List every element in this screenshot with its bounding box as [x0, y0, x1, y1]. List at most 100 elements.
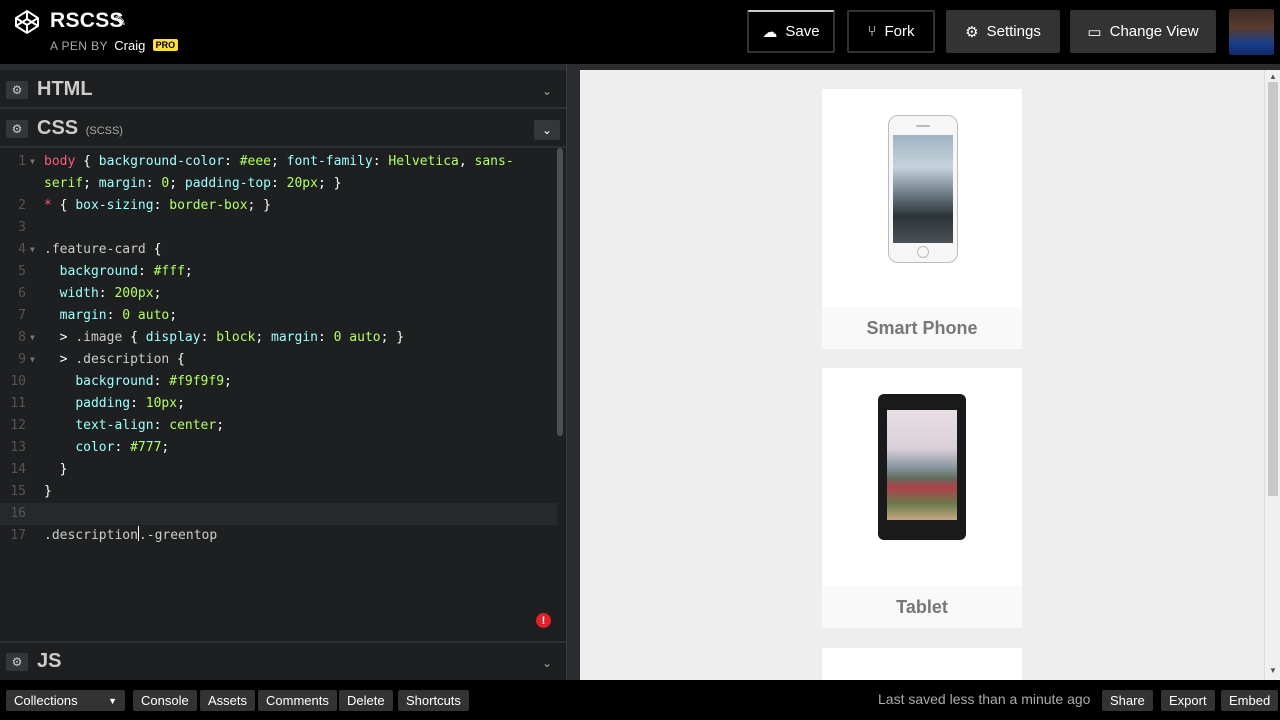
html-panel-header[interactable]: ⚙ HTML ⌄ — [0, 71, 566, 109]
fold-arrow-icon[interactable]: ▼ — [30, 349, 35, 371]
code-line: 12 text-align: center; — [0, 415, 557, 437]
fork-icon: ⑂ — [867, 23, 877, 40]
line-number: 2 — [18, 198, 26, 213]
css-settings-gear-icon[interactable]: ⚙ — [6, 120, 28, 138]
code-line: serif; margin: 0; padding-top: 20px; } — [0, 173, 557, 195]
phone-speaker — [916, 125, 930, 127]
css-panel-header[interactable]: ⚙ CSS (SCSS) ⌄ — [0, 110, 566, 148]
scroll-down-arrow-icon[interactable]: ▼ — [1269, 666, 1277, 675]
shortcuts-button[interactable]: Shortcuts — [398, 690, 469, 711]
gear-icon: ⚙ — [965, 23, 979, 41]
code-text: > .image { display: block; margin: 0 aut… — [44, 330, 405, 345]
code-line: 3 — [0, 217, 557, 239]
code-text: margin: 0 auto; — [59, 308, 178, 323]
code-line: 10 background: #f9f9f9; — [0, 371, 557, 393]
panel-resize-handle[interactable] — [566, 64, 580, 680]
result-preview: Smart Phone Tablet ▲ ▼ — [580, 70, 1280, 680]
fold-arrow-icon[interactable]: ▼ — [30, 151, 35, 173]
code-text: } — [44, 484, 52, 499]
line-number: 3 — [18, 220, 26, 235]
code-text: text-align: center; — [75, 418, 225, 433]
change-view-label: Change View — [1109, 23, 1199, 40]
code-text: color: #777; — [75, 440, 170, 455]
code-text: body { background-color: #eee; font-fami… — [44, 154, 514, 169]
export-button[interactable]: Export — [1161, 690, 1215, 711]
fork-button[interactable]: ⑂ Fork — [847, 10, 935, 53]
html-panel-title: HTML — [37, 78, 93, 100]
line-number: 5 — [18, 264, 26, 279]
delete-button[interactable]: Delete — [339, 690, 393, 711]
line-number: 11 — [10, 396, 26, 411]
code-text: } — [44, 462, 68, 477]
collections-dropdown[interactable]: Collections ▼ — [6, 690, 125, 711]
preview-scroll-thumb[interactable] — [1268, 82, 1278, 496]
code-line: 6 width: 200px; — [0, 283, 557, 305]
codepen-logo-icon[interactable] — [14, 9, 40, 35]
chevron-down-icon[interactable]: ⌄ — [534, 653, 560, 673]
css-preprocessor-label: (SCSS) — [85, 125, 123, 137]
code-text: serif; margin: 0; padding-top: 20px; } — [44, 176, 342, 191]
code-line: 7 margin: 0 auto; — [0, 305, 557, 327]
top-header: RSCSS ✎ A PEN BY Craig PRO ☁ Save ⑂ Fork… — [0, 0, 1280, 64]
share-button[interactable]: Share — [1102, 690, 1153, 711]
scroll-up-arrow-icon[interactable]: ▲ — [1269, 72, 1277, 81]
smartphone-image — [822, 89, 1022, 307]
line-number: 12 — [10, 418, 26, 433]
code-line: 17 .description.-greentop — [0, 525, 557, 547]
author-name[interactable]: Craig — [114, 38, 145, 53]
css-code-editor[interactable]: 1 ▼ body { background-color: #eee; font-… — [0, 149, 560, 639]
line-number: 10 — [10, 374, 26, 389]
byline-label: A PEN BY — [50, 39, 108, 53]
line-number: 9 — [18, 352, 26, 367]
collections-label: Collections — [14, 693, 78, 708]
code-line: 9 ▼ > .description { — [0, 349, 557, 371]
code-scrollbar[interactable] — [557, 148, 563, 436]
preview-scrollbar[interactable]: ▲ ▼ — [1264, 70, 1280, 680]
line-number: 8 — [18, 330, 26, 345]
assets-button[interactable]: Assets — [200, 690, 256, 711]
code-text: width: 200px; — [59, 286, 162, 301]
code-line: 14 } — [0, 459, 557, 481]
save-button[interactable]: ☁ Save — [747, 10, 835, 53]
view-icon: ▭ — [1087, 23, 1102, 41]
code-text: > .description { — [44, 352, 185, 367]
pen-title[interactable]: RSCSS — [50, 9, 124, 33]
phone-home-button — [917, 246, 929, 258]
code-line: 13 color: #777; — [0, 437, 557, 459]
pen-byline: A PEN BY Craig PRO — [50, 38, 179, 53]
chevron-down-icon[interactable]: ⌄ — [534, 81, 560, 101]
feature-card-description: Tablet — [822, 586, 1022, 628]
code-line: 11 padding: 10px; — [0, 393, 557, 415]
bottom-bar: Collections ▼ Console Assets Comments De… — [0, 680, 1280, 720]
pro-badge: PRO — [152, 39, 179, 51]
html-settings-gear-icon[interactable]: ⚙ — [6, 81, 28, 99]
line-number: 13 — [10, 440, 26, 455]
fork-label: Fork — [884, 23, 915, 40]
fold-arrow-icon[interactable]: ▼ — [30, 327, 35, 349]
console-button[interactable]: Console — [133, 690, 197, 711]
code-text: .description.-greentop — [44, 526, 218, 543]
code-line: 2 * { box-sizing: border-box; } — [0, 195, 557, 217]
code-line: 8 ▼ > .image { display: block; margin: 0… — [0, 327, 557, 349]
change-view-button[interactable]: ▭ Change View — [1070, 10, 1216, 53]
fold-arrow-icon[interactable]: ▼ — [30, 239, 35, 261]
code-text: .feature-card { — [44, 242, 162, 257]
code-line: 15 } — [0, 481, 557, 503]
edit-title-pencil-icon[interactable]: ✎ — [114, 12, 127, 30]
settings-button[interactable]: ⚙ Settings — [946, 10, 1060, 53]
js-settings-gear-icon[interactable]: ⚙ — [6, 653, 28, 671]
css-title-text: CSS — [37, 117, 79, 139]
code-line: 1 ▼ body { background-color: #eee; font-… — [0, 151, 557, 173]
user-avatar[interactable] — [1229, 9, 1274, 55]
line-number: 15 — [10, 484, 26, 499]
error-icon[interactable]: ! — [536, 613, 551, 628]
feature-card-description: Smart Phone — [822, 307, 1022, 349]
embed-button[interactable]: Embed — [1221, 690, 1279, 711]
phone-illustration — [888, 115, 958, 263]
comments-button[interactable]: Comments — [258, 690, 337, 711]
code-line-active: 16 — [0, 503, 557, 525]
code-text: * { box-sizing: border-box; } — [44, 198, 272, 213]
js-panel-header[interactable]: ⚙ JS ⌄ — [0, 641, 566, 679]
settings-label: Settings — [986, 23, 1041, 40]
chevron-down-icon[interactable]: ⌄ — [534, 120, 560, 140]
